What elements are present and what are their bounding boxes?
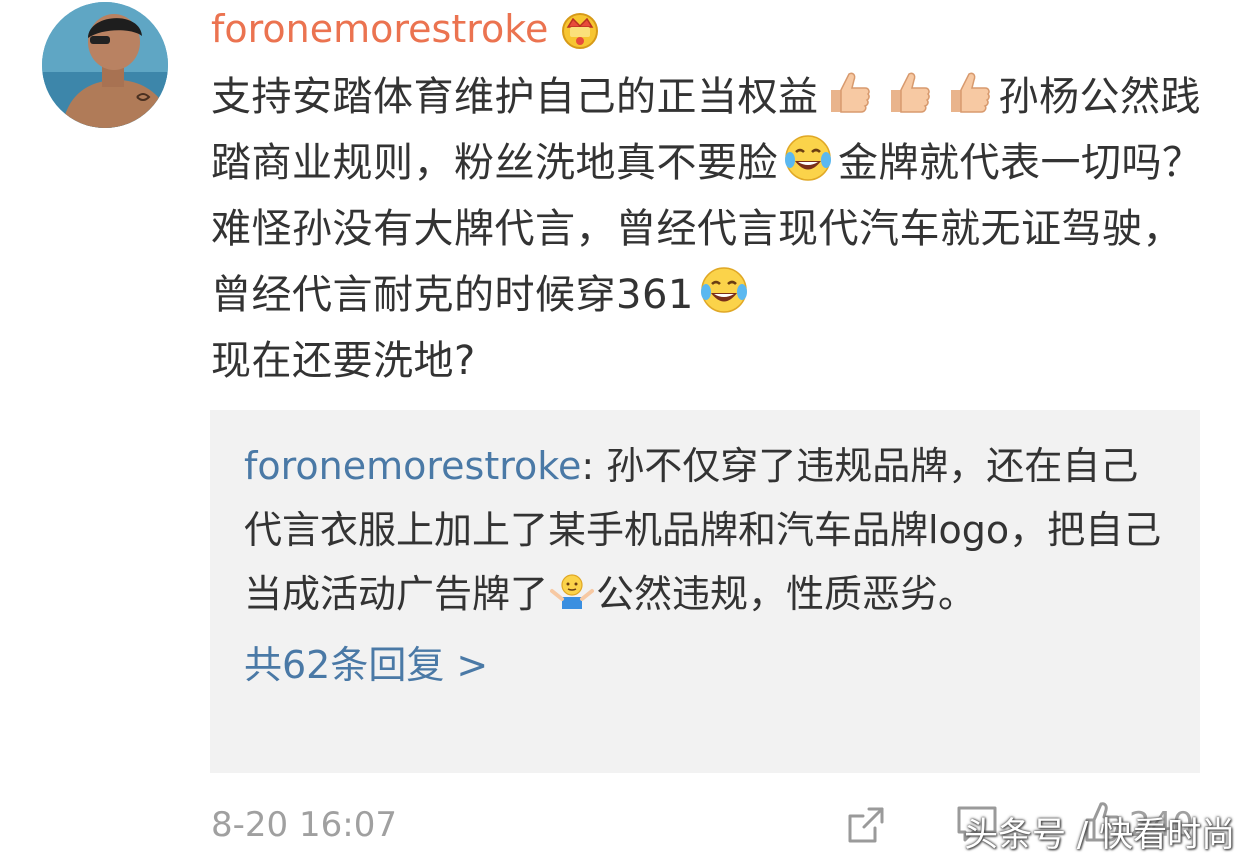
crown-badge-icon[interactable] <box>558 7 602 51</box>
reply-separator: : <box>581 444 607 488</box>
reply-username-link[interactable]: foronemorestroke <box>244 444 581 488</box>
comment-text-part-1: 支持安踏体育维护自己的正当权益 <box>211 74 819 120</box>
comment-text-part-4: 现在还要洗地? <box>211 338 476 384</box>
thumbs-up-icon <box>950 72 990 113</box>
username-row: foronemorestroke <box>211 4 602 54</box>
timestamp: 8-20 16:07 <box>211 805 397 845</box>
reply-box[interactable]: foronemorestroke: 孙不仅穿了违规品牌，还在自己代言衣服上加上了… <box>210 410 1200 773</box>
laugh-tears-icon <box>700 267 747 313</box>
avatar[interactable] <box>42 2 168 128</box>
comment-text: 支持安踏体育维护自己的正当权益 孙杨公然践踏商业规则，粉丝洗地真不要脸 金牌就代表一… <box>211 64 1211 394</box>
laugh-tears-icon <box>785 135 831 181</box>
swimmer-avatar-image <box>42 2 168 128</box>
username-link[interactable]: foronemorestroke <box>211 5 548 53</box>
reply-text-part-2: 公然违规，性质恶劣。 <box>596 572 977 616</box>
thumbs-up-icon <box>890 72 930 113</box>
watermark: 头条号 / 快看时尚 <box>964 815 1236 855</box>
shrug-icon <box>550 574 595 609</box>
more-replies-link[interactable]: 共62条回复 > <box>244 638 488 692</box>
thumbs-up-icon <box>830 72 870 113</box>
reply-text: foronemorestroke: 孙不仅穿了违规品牌，还在自己代言衣服上加上了… <box>244 434 1166 626</box>
share-icon[interactable] <box>845 804 887 846</box>
comment-card: foronemorestroke 支持安踏体育维护自己的正当权益 孙杨公然践踏商业… <box>0 0 1242 863</box>
